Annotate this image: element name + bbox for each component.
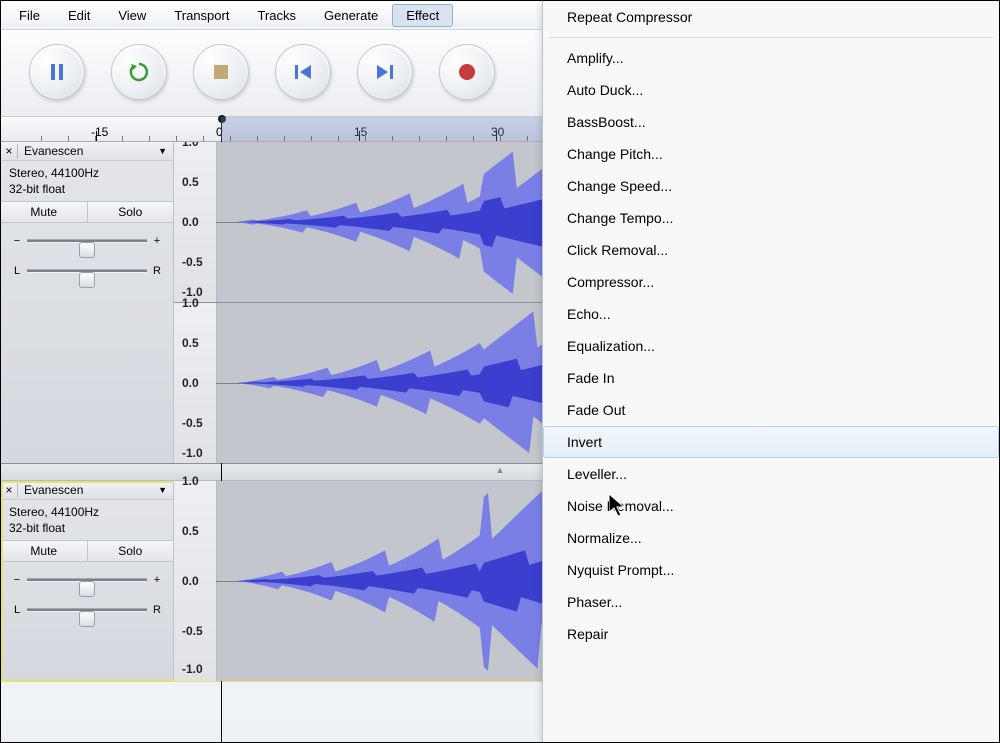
effect-repeat-last[interactable]: Repeat Compressor	[543, 1, 999, 33]
pan-slider[interactable]: LR	[11, 261, 163, 281]
menu-generate[interactable]: Generate	[310, 4, 392, 27]
menu-file[interactable]: File	[5, 4, 54, 27]
effect-item-invert[interactable]: Invert	[543, 426, 999, 458]
pan-slider[interactable]: LR	[11, 600, 163, 620]
effect-item-equalization[interactable]: Equalization...	[543, 330, 999, 362]
effect-item-fade-out[interactable]: Fade Out	[543, 394, 999, 426]
effect-item-amplify[interactable]: Amplify...	[543, 42, 999, 74]
menu-edit[interactable]: Edit	[54, 4, 104, 27]
ruler-label: -15	[91, 125, 108, 139]
effect-item-change-tempo[interactable]: Change Tempo...	[543, 202, 999, 234]
amplitude-scale: 1.00.50.0-0.5-1.0	[174, 303, 217, 463]
effect-item-change-pitch[interactable]: Change Pitch...	[543, 138, 999, 170]
effect-item-phaser[interactable]: Phaser...	[543, 586, 999, 618]
menu-effect[interactable]: Effect	[392, 4, 453, 27]
effect-item-leveller[interactable]: Leveller...	[543, 458, 999, 490]
play-loop-button[interactable]	[111, 44, 167, 100]
ruler-label: 30	[491, 125, 504, 139]
close-track-button[interactable]: ×	[1, 144, 18, 158]
ruler-label: 15	[354, 125, 367, 139]
effect-item-click-removal[interactable]: Click Removal...	[543, 234, 999, 266]
pause-button[interactable]	[29, 44, 85, 100]
gain-slider[interactable]: −+	[11, 570, 163, 590]
skip-end-button[interactable]	[357, 44, 413, 100]
effect-item-noise-removal[interactable]: Noise Removal...	[543, 490, 999, 522]
close-track-button[interactable]: ×	[1, 483, 18, 497]
gain-slider[interactable]: −+	[11, 231, 163, 251]
effect-item-compressor[interactable]: Compressor...	[543, 266, 999, 298]
stop-button[interactable]	[193, 44, 249, 100]
menu-tracks[interactable]: Tracks	[243, 4, 310, 27]
effect-menu-dropdown[interactable]: Repeat Compressor Amplify...Auto Duck...B…	[542, 1, 999, 742]
track-panel: ×Evanescen▼ Stereo, 44100Hz32-bit floatMu…	[1, 142, 174, 463]
mute-button[interactable]: Mute	[1, 202, 88, 222]
amplitude-scale: 1.00.50.0-0.5-1.0	[174, 481, 217, 681]
effect-item-change-speed[interactable]: Change Speed...	[543, 170, 999, 202]
record-button[interactable]	[439, 44, 495, 100]
track-panel: ×Evanescen▼ Stereo, 44100Hz32-bit floatMu…	[1, 481, 174, 681]
menu-view[interactable]: View	[104, 4, 160, 27]
menu-transport[interactable]: Transport	[160, 4, 243, 27]
ruler-label: 0	[216, 125, 223, 139]
effect-item-fade-in[interactable]: Fade In	[543, 362, 999, 394]
effect-item-repair[interactable]: Repair	[543, 618, 999, 650]
effect-item-normalize[interactable]: Normalize...	[543, 522, 999, 554]
solo-button[interactable]: Solo	[88, 202, 174, 222]
effect-item-echo[interactable]: Echo...	[543, 298, 999, 330]
mute-button[interactable]: Mute	[1, 541, 88, 561]
effect-item-bassboost[interactable]: BassBoost...	[543, 106, 999, 138]
skip-start-button[interactable]	[275, 44, 331, 100]
solo-button[interactable]: Solo	[88, 541, 174, 561]
effect-item-auto-duck[interactable]: Auto Duck...	[543, 74, 999, 106]
track-name-dropdown[interactable]: Evanescen▼	[18, 144, 173, 158]
amplitude-scale: 1.00.50.0-0.5-1.0	[174, 142, 217, 302]
track-meta: Stereo, 44100Hz32-bit float	[1, 161, 173, 201]
track-name-dropdown[interactable]: Evanescen▼	[18, 483, 173, 497]
track-meta: Stereo, 44100Hz32-bit float	[1, 500, 173, 540]
effect-item-nyquist-prompt[interactable]: Nyquist Prompt...	[543, 554, 999, 586]
